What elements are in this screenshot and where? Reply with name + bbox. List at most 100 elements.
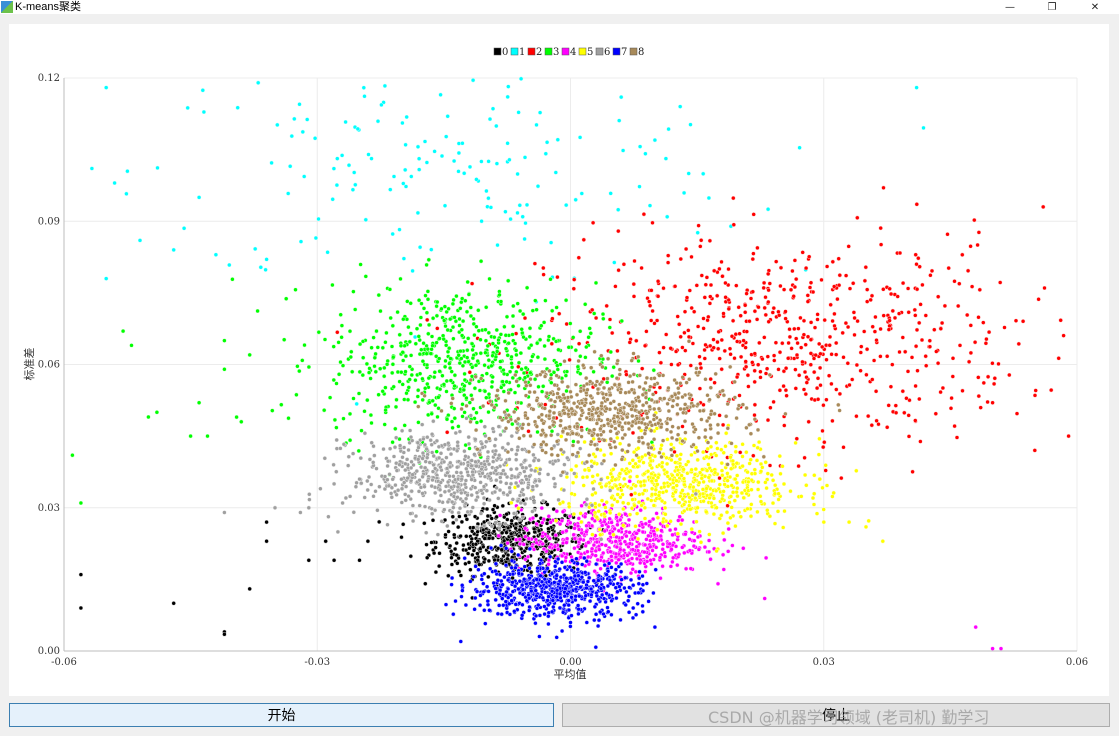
data-point bbox=[358, 262, 363, 267]
data-point bbox=[497, 292, 502, 298]
data-point bbox=[797, 373, 802, 378]
data-point bbox=[279, 402, 284, 407]
data-point bbox=[442, 203, 448, 208]
data-point bbox=[417, 337, 422, 343]
maximize-button[interactable]: ❐ bbox=[1032, 0, 1072, 14]
data-point bbox=[547, 544, 552, 550]
data-point bbox=[401, 450, 406, 455]
data-point bbox=[717, 413, 722, 418]
data-point bbox=[533, 298, 538, 303]
data-point bbox=[378, 366, 383, 371]
data-point bbox=[584, 529, 589, 534]
data-point bbox=[556, 347, 561, 352]
data-point bbox=[484, 395, 489, 400]
data-point bbox=[474, 324, 479, 329]
data-point bbox=[829, 381, 834, 387]
data-point bbox=[388, 491, 394, 496]
data-point bbox=[505, 556, 510, 561]
data-point bbox=[652, 406, 657, 412]
data-point bbox=[264, 519, 269, 525]
data-point bbox=[599, 537, 604, 542]
data-point bbox=[561, 610, 566, 615]
data-point bbox=[852, 315, 857, 321]
data-point bbox=[775, 509, 781, 514]
data-point bbox=[570, 558, 575, 563]
data-point bbox=[500, 503, 505, 509]
data-point bbox=[575, 561, 580, 566]
data-point bbox=[528, 383, 533, 388]
data-point bbox=[456, 150, 462, 156]
data-point bbox=[487, 276, 492, 282]
data-point bbox=[840, 330, 845, 336]
data-point bbox=[462, 359, 468, 365]
data-point bbox=[646, 442, 651, 447]
data-point bbox=[756, 439, 762, 445]
data-point bbox=[687, 548, 693, 553]
data-point bbox=[640, 588, 646, 593]
data-point bbox=[607, 577, 613, 583]
data-point bbox=[983, 341, 989, 346]
data-point bbox=[684, 380, 689, 385]
data-point bbox=[286, 191, 291, 196]
data-point bbox=[473, 542, 479, 547]
minimize-button[interactable]: — bbox=[990, 0, 1030, 14]
data-point bbox=[584, 620, 589, 625]
data-point bbox=[474, 420, 480, 425]
data-point bbox=[808, 362, 813, 367]
data-point bbox=[549, 433, 554, 438]
data-point bbox=[554, 594, 559, 599]
data-point bbox=[660, 460, 665, 465]
data-point bbox=[514, 426, 520, 431]
data-point bbox=[634, 453, 639, 458]
data-point bbox=[969, 284, 975, 289]
data-point bbox=[475, 551, 480, 556]
data-point bbox=[529, 467, 534, 473]
data-point bbox=[615, 492, 620, 497]
data-point bbox=[707, 301, 713, 306]
data-point bbox=[697, 470, 703, 475]
data-point bbox=[651, 590, 656, 596]
data-point bbox=[735, 486, 740, 491]
data-point bbox=[720, 422, 726, 428]
data-point bbox=[494, 485, 499, 491]
data-point bbox=[965, 312, 970, 318]
data-point bbox=[558, 423, 563, 428]
data-point bbox=[703, 434, 708, 440]
data-point bbox=[424, 160, 430, 165]
data-point bbox=[385, 459, 391, 464]
data-point bbox=[520, 447, 525, 452]
data-point bbox=[914, 202, 919, 207]
data-point bbox=[349, 349, 354, 354]
data-point bbox=[460, 583, 465, 588]
data-point bbox=[741, 338, 746, 343]
data-point bbox=[692, 472, 698, 477]
data-point bbox=[456, 141, 462, 146]
data-point bbox=[451, 505, 456, 510]
data-point bbox=[906, 434, 912, 439]
data-point bbox=[721, 393, 727, 398]
data-point bbox=[438, 480, 443, 485]
data-point bbox=[553, 339, 559, 344]
data-point bbox=[590, 433, 595, 438]
data-point bbox=[610, 475, 615, 480]
data-point bbox=[633, 483, 638, 489]
data-point bbox=[640, 529, 646, 535]
data-point bbox=[391, 384, 396, 389]
data-point bbox=[928, 273, 933, 278]
data-point bbox=[810, 495, 816, 501]
data-point bbox=[341, 442, 347, 447]
data-point bbox=[388, 187, 393, 192]
data-point bbox=[726, 549, 731, 554]
data-point bbox=[625, 553, 630, 558]
data-point bbox=[416, 298, 422, 303]
data-point bbox=[434, 313, 440, 318]
data-point bbox=[851, 281, 856, 286]
data-point bbox=[512, 409, 517, 415]
data-point bbox=[866, 413, 871, 419]
data-point bbox=[658, 576, 663, 581]
data-point bbox=[669, 362, 674, 367]
data-point bbox=[462, 449, 467, 454]
close-button[interactable]: ✕ bbox=[1075, 0, 1115, 14]
data-point bbox=[659, 464, 665, 469]
data-point bbox=[823, 463, 828, 468]
